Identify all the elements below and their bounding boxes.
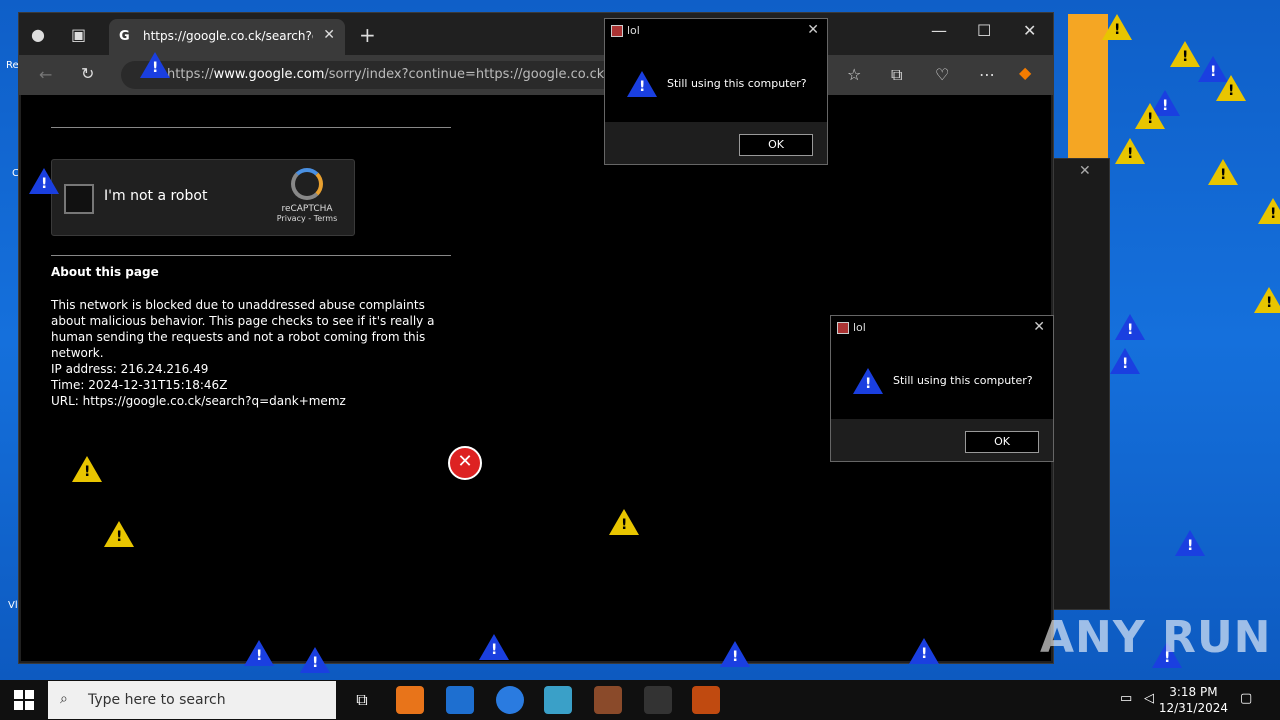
more-options-icon[interactable]: ⋯ xyxy=(979,65,995,84)
warning-icon xyxy=(909,638,939,664)
copilot-icon[interactable]: ◆ xyxy=(1019,63,1031,82)
refresh-icon[interactable]: ↻ xyxy=(81,64,94,83)
url-domain: www.google.com xyxy=(213,67,325,82)
close-icon[interactable]: ✕ xyxy=(1033,319,1045,335)
error-icon: ✕ xyxy=(448,446,482,480)
warning-icon xyxy=(720,641,750,667)
address-toolbar: ← ↻ https://www.google.com/sorry/index?c… xyxy=(19,55,1053,95)
recaptcha-widget: I'm not a robot reCAPTCHA Privacy - Term… xyxy=(51,159,355,236)
google-icon: G xyxy=(119,29,130,44)
warning-icon xyxy=(1102,14,1132,40)
desktop-label: Vl xyxy=(8,600,18,611)
warning-icon xyxy=(104,521,134,547)
dialog-footer: OK xyxy=(831,419,1053,461)
tab-google-search[interactable]: G https://google.co.ck/search?q=d ✕ xyxy=(109,19,345,55)
app-icon xyxy=(837,322,849,334)
dialog-footer: OK xyxy=(605,122,827,164)
warning-icon xyxy=(1258,198,1280,224)
warning-icon xyxy=(1115,138,1145,164)
collections-icon[interactable]: ⧉ xyxy=(891,65,902,85)
recaptcha-branding: reCAPTCHA Privacy - Terms xyxy=(272,168,342,223)
app-icon[interactable] xyxy=(644,686,672,714)
windows-start-icon[interactable] xyxy=(14,690,34,710)
url-rest: /sorry/index?continue=https://google.co.… xyxy=(324,67,637,82)
warning-icon xyxy=(1170,41,1200,67)
warning-icon xyxy=(140,52,170,78)
ok-button[interactable]: OK xyxy=(739,134,813,156)
warning-icon xyxy=(1115,314,1145,340)
warning-icon xyxy=(1110,348,1140,374)
tab-title: https://google.co.ck/search?q=d xyxy=(143,29,313,43)
privacy-terms-link[interactable]: Privacy - Terms xyxy=(272,214,342,223)
dialog-message: Still using this computer? xyxy=(667,77,807,90)
notification-icon[interactable]: ▢ xyxy=(1240,691,1252,706)
url-prefix: https:// xyxy=(167,67,214,82)
profile-icon[interactable]: ● xyxy=(31,25,45,44)
checkbox-label: I'm not a robot xyxy=(104,188,208,204)
taskbar-search[interactable]: ⌕ Type here to search xyxy=(48,681,336,719)
about-body: This network is blocked due to unaddress… xyxy=(51,298,435,360)
edge-icon[interactable] xyxy=(396,686,424,714)
divider xyxy=(51,127,451,128)
clock-time: 3:18 PM xyxy=(1169,685,1218,699)
app-icon[interactable] xyxy=(594,686,622,714)
file-explorer-icon[interactable] xyxy=(446,686,474,714)
warning-icon xyxy=(479,634,509,660)
browser-essentials-icon[interactable]: ♡ xyxy=(935,65,949,84)
clock[interactable]: 3:18 PM 12/31/2024 xyxy=(1159,684,1228,716)
warning-icon xyxy=(627,71,657,97)
tab-bar: ● ▣ G https://google.co.ck/search?q=d ✕ … xyxy=(19,13,1053,55)
volume-icon[interactable]: ◁ xyxy=(1144,691,1154,706)
time-line: Time: 2024-12-31T15:18:46Z xyxy=(51,378,228,392)
dialog-title: lol xyxy=(627,24,640,37)
taskbar: ⌕ Type here to search ⧉ ▭ ◁ 3:18 PM 12/3… xyxy=(0,680,1280,720)
firefox-icon[interactable] xyxy=(496,686,524,714)
recaptcha-icon xyxy=(291,168,323,200)
dialog-lol-2: lol ✕ Still using this computer? OK xyxy=(830,315,1054,462)
warning-icon xyxy=(300,647,330,673)
task-view-icon[interactable]: ⧉ xyxy=(348,686,376,714)
url-line: URL: https://google.co.ck/search?q=dank+… xyxy=(51,394,346,408)
back-icon[interactable]: ← xyxy=(39,65,52,84)
search-placeholder: Type here to search xyxy=(88,692,226,708)
dialog-lol-1: lol ✕ Still using this computer? OK xyxy=(604,18,828,165)
warning-icon xyxy=(853,368,883,394)
ok-button[interactable]: OK xyxy=(965,431,1039,453)
app-icon xyxy=(611,25,623,37)
app-icon[interactable] xyxy=(692,686,720,714)
dialog-title: lol xyxy=(853,321,866,334)
warning-icon xyxy=(1135,103,1165,129)
dialog-message: Still using this computer? xyxy=(893,374,1033,387)
warning-icon xyxy=(609,509,639,535)
tab-actions-icon[interactable]: ▣ xyxy=(71,25,86,44)
recaptcha-name: reCAPTCHA xyxy=(281,204,333,214)
app-icon[interactable] xyxy=(544,686,572,714)
robot-checkbox[interactable] xyxy=(64,184,94,214)
maximize-icon[interactable]: ☐ xyxy=(977,21,991,40)
desktop-label: Re xyxy=(6,60,19,71)
close-icon[interactable]: ✕ xyxy=(1079,163,1091,179)
warning-icon xyxy=(72,456,102,482)
favorites-icon[interactable]: ☆ xyxy=(847,65,861,84)
warning-icon xyxy=(29,168,59,194)
warning-icon xyxy=(1175,530,1205,556)
about-title: About this page xyxy=(51,265,159,279)
new-tab-icon[interactable]: + xyxy=(359,23,376,47)
warning-icon xyxy=(1254,287,1280,313)
close-icon[interactable]: ✕ xyxy=(807,22,819,38)
minimize-icon[interactable]: — xyxy=(931,21,947,40)
ip-address: IP address: 216.24.216.49 xyxy=(51,362,209,376)
search-icon: ⌕ xyxy=(60,691,68,707)
clock-date: 12/31/2024 xyxy=(1158,701,1228,715)
warning-icon xyxy=(1208,159,1238,185)
address-bar[interactable]: https://www.google.com/sorry/index?conti… xyxy=(121,61,667,89)
network-icon[interactable]: ▭ xyxy=(1120,691,1132,706)
warning-icon xyxy=(1216,75,1246,101)
watermark: ANY RUN xyxy=(1040,612,1272,663)
close-window-icon[interactable]: ✕ xyxy=(1023,21,1036,40)
divider xyxy=(51,255,451,256)
warning-icon xyxy=(244,640,274,666)
close-tab-icon[interactable]: ✕ xyxy=(323,27,335,43)
